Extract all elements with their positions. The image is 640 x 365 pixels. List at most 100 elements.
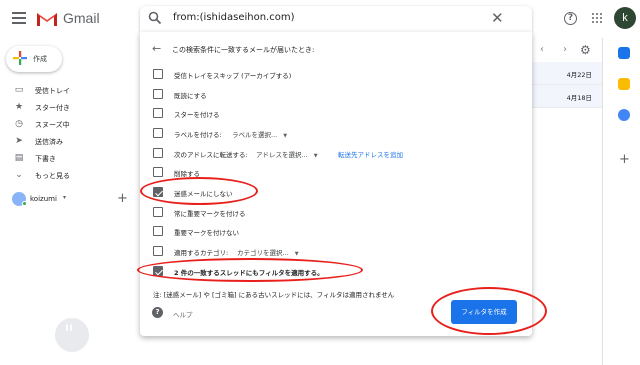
sidebar-item-label: 下書き <box>35 155 56 163</box>
mail-date: 4月22日 <box>566 71 592 79</box>
checkbox-categorize[interactable] <box>153 246 163 256</box>
option-never-spam[interactable]: 迷惑メールにしない <box>140 183 532 201</box>
sidebar-item-more[interactable]: ⌄ もっと見る <box>0 167 130 184</box>
help-icon[interactable]: ? <box>564 12 577 25</box>
sidebar-item-label: スター付き <box>35 104 70 112</box>
checkbox-never-spam[interactable] <box>153 187 163 197</box>
category-select-value: カテゴリを選択... <box>237 249 289 257</box>
option-label: スターを付ける <box>174 111 220 119</box>
search-input[interactable]: from:(ishidaseihon.com) <box>173 12 295 23</box>
option-label: 常に重要マークを付ける <box>174 210 246 218</box>
option-mark-read[interactable]: 既読にする <box>140 85 532 103</box>
sidebar-item-label: スヌーズ中 <box>35 121 70 129</box>
option-always-important[interactable]: 常に重要マークを付ける <box>140 203 532 221</box>
inbox-icon: ▭ <box>14 85 24 95</box>
help-link[interactable]: ヘルプ <box>173 309 193 319</box>
table-row[interactable]: 4月22日 <box>532 62 602 85</box>
send-icon: ➤ <box>15 136 23 146</box>
option-never-important[interactable]: 重要マークを付けない <box>140 222 532 240</box>
checkbox-skip-inbox[interactable] <box>153 69 163 79</box>
online-status-icon <box>22 201 27 206</box>
sidebar-nav: ▭ 受信トレイ ★ スター付き ◷ スヌーズ中 ➤ 送信済み ▤ 下書き ⌄ も… <box>0 82 130 184</box>
option-label: ラベルを付ける: <box>174 131 222 139</box>
close-icon[interactable]: ✕ <box>491 9 504 27</box>
calendar-icon[interactable] <box>618 47 630 59</box>
checkbox-apply-label[interactable] <box>153 128 163 138</box>
label-select[interactable]: ラベルを選択... ▼ <box>232 129 287 139</box>
dropdown-caret-icon: ▼ <box>294 251 299 257</box>
option-apply-label[interactable]: ラベルを付ける: ラベルを選択... ▼ <box>140 124 532 142</box>
draft-icon: ▤ <box>14 153 24 163</box>
option-categorize[interactable]: 適用するカテゴリ: カテゴリを選択... ▼ <box>140 242 532 260</box>
dropdown-caret-icon: ▼ <box>313 153 318 159</box>
option-label: 迷惑メールにしない <box>174 190 233 198</box>
compose-button[interactable]: 作成 <box>6 46 62 72</box>
option-label: 2 件の一致するスレッドにもフィルタを適用する。 <box>174 269 324 277</box>
account-avatar[interactable]: k <box>614 7 636 29</box>
checkbox-forward[interactable] <box>153 148 163 158</box>
option-label: 次のアドレスに転送する: <box>174 151 248 159</box>
option-forward[interactable]: 次のアドレスに転送する: アドレスを選択... ▼ 転送先アドレスを追加 <box>140 144 532 162</box>
checkbox-also-apply[interactable] <box>153 266 163 276</box>
tasks-icon[interactable] <box>618 109 630 121</box>
sidebar-item-label: 受信トレイ <box>35 87 70 95</box>
option-label: 適用するカテゴリ: <box>174 249 229 257</box>
search-icon[interactable] <box>148 11 162 25</box>
chevron-right-icon[interactable]: › <box>563 44 567 55</box>
sidebar-item-label: 送信済み <box>35 138 63 146</box>
help-icon[interactable]: ? <box>152 307 163 318</box>
create-filter-button[interactable]: フィルタを作成 <box>451 300 517 324</box>
hangouts-quote-icon: " <box>55 318 89 352</box>
compose-plus-icon <box>13 51 27 65</box>
keep-icon[interactable] <box>618 78 630 90</box>
gear-icon[interactable]: ⚙ <box>580 43 591 57</box>
option-label: 既読にする <box>174 92 207 100</box>
option-star[interactable]: スターを付ける <box>140 104 532 122</box>
user-name: koizumi <box>30 195 57 203</box>
forward-select-value: アドレスを選択... <box>256 151 308 159</box>
filter-options-panel: ← この検索条件に一致するメールが届いたとき: 受信トレイをスキップ (アーカイ… <box>140 32 532 336</box>
table-row[interactable]: 4月18日 <box>532 85 602 108</box>
option-label: 削除する <box>174 170 200 178</box>
chevron-down-icon: ⌄ <box>15 170 23 180</box>
category-select[interactable]: カテゴリを選択... ▼ <box>237 247 299 257</box>
panel-heading: この検索条件に一致するメールが届いたとき: <box>172 46 315 54</box>
apps-grid-icon[interactable] <box>592 13 603 24</box>
checkbox-mark-read[interactable] <box>153 89 163 99</box>
checkbox-delete[interactable] <box>153 167 163 177</box>
add-addon-icon[interactable]: + <box>619 152 630 167</box>
checkbox-never-important[interactable] <box>153 226 163 236</box>
search-bar[interactable]: from:(ishidaseihon.com) ✕ <box>140 6 532 32</box>
checkbox-always-important[interactable] <box>153 207 163 217</box>
clock-icon: ◷ <box>15 119 23 129</box>
option-label: 受信トレイをスキップ (アーカイブする) <box>174 72 292 80</box>
brand-name[interactable]: Gmail <box>63 10 100 26</box>
forward-address-select[interactable]: アドレスを選択... ▼ <box>256 149 318 159</box>
mail-date: 4月18日 <box>566 94 592 102</box>
hangouts-user[interactable]: koizumi ▾ + <box>0 190 130 208</box>
chevron-left-icon[interactable]: ‹ <box>540 44 544 55</box>
option-label: 重要マークを付けない <box>174 229 239 237</box>
option-also-apply[interactable]: 2 件の一致するスレッドにもフィルタを適用する。 <box>140 262 532 280</box>
back-arrow-icon[interactable]: ← <box>152 42 161 55</box>
option-delete[interactable]: 削除する <box>140 163 532 181</box>
option-skip-inbox[interactable]: 受信トレイをスキップ (アーカイブする) <box>140 65 532 83</box>
dropdown-caret-icon: ▼ <box>283 133 288 139</box>
add-contact-icon[interactable]: + <box>117 191 128 206</box>
sidebar-item-snoozed[interactable]: ◷ スヌーズ中 <box>0 116 130 133</box>
side-panel-divider <box>602 38 603 365</box>
filter-note: 注: [迷惑メール] や [ゴミ箱] にある古いスレッドには、フィルタは適用され… <box>153 291 395 299</box>
sidebar-item-inbox[interactable]: ▭ 受信トレイ <box>0 82 130 99</box>
compose-label: 作成 <box>33 55 47 63</box>
chevron-down-icon[interactable]: ▾ <box>63 194 66 201</box>
checkbox-star[interactable] <box>153 108 163 118</box>
label-select-value: ラベルを選択... <box>232 131 278 139</box>
gmail-logo-icon[interactable] <box>36 10 58 27</box>
sidebar-item-label: もっと見る <box>35 172 70 180</box>
star-icon: ★ <box>14 102 24 112</box>
sidebar-item-sent[interactable]: ➤ 送信済み <box>0 133 130 150</box>
add-forward-address-link[interactable]: 転送先アドレスを追加 <box>338 149 403 159</box>
sidebar-item-starred[interactable]: ★ スター付き <box>0 99 130 116</box>
hamburger-menu-icon[interactable] <box>12 12 26 24</box>
sidebar-item-drafts[interactable]: ▤ 下書き <box>0 150 130 167</box>
